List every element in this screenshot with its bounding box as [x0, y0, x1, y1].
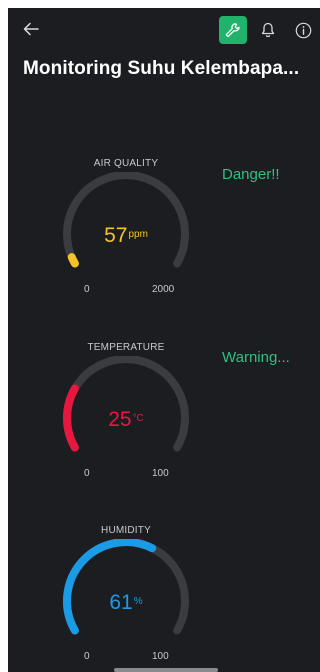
- info-button[interactable]: [290, 17, 316, 43]
- gauge-number: 57: [104, 224, 128, 247]
- temperature-status: Warning...: [222, 349, 290, 366]
- gauge-track: [63, 356, 189, 452]
- gauge-max-label: 100: [152, 651, 169, 662]
- gauge-unit: %: [133, 596, 143, 607]
- air-quality-gauge: AIR QUALITY 57ppm 0 2000: [56, 158, 196, 306]
- back-button[interactable]: [18, 16, 44, 42]
- gauge-track: [63, 172, 189, 268]
- gauge-min-label: 0: [84, 468, 90, 479]
- info-icon: [295, 22, 311, 38]
- gauge-unit: ppm: [128, 229, 148, 240]
- page-title: Monitoring Suhu Kelembapa...: [23, 58, 300, 79]
- wrench-icon: [225, 23, 240, 37]
- bell-icon: [261, 22, 275, 38]
- gauge-max-label: 100: [152, 468, 169, 479]
- gauge-number: 61: [109, 591, 133, 614]
- notifications-button[interactable]: [256, 17, 280, 43]
- gauge-min-label: 0: [84, 651, 90, 662]
- air-quality-status: Danger!!: [222, 166, 280, 183]
- gauge-number: 25: [108, 408, 132, 431]
- home-indicator: [114, 668, 218, 672]
- gauge-unit: °C: [132, 413, 144, 424]
- app-screen: Monitoring Suhu Kelembapa... AIR QUALITY…: [8, 8, 320, 672]
- settings-button[interactable]: [219, 16, 247, 44]
- gauge-value: 57ppm: [56, 224, 196, 248]
- gauge-min-label: 0: [84, 284, 90, 295]
- gauge-value: 25°C: [56, 408, 196, 432]
- gauge-title: HUMIDITY: [101, 525, 151, 536]
- temperature-gauge: TEMPERATURE 25°C 0 100: [56, 342, 196, 490]
- arrow-left-icon: [23, 22, 39, 36]
- gauge-value: 61%: [56, 591, 196, 615]
- gauge-title: AIR QUALITY: [93, 158, 159, 169]
- top-bar: [8, 8, 320, 52]
- gauge-max-label: 2000: [152, 284, 175, 295]
- gauge-fill: [67, 253, 79, 268]
- gauge-title: TEMPERATURE: [87, 342, 165, 353]
- humidity-gauge: HUMIDITY 61% 0 100: [56, 525, 196, 672]
- gauge-fill: [62, 539, 157, 635]
